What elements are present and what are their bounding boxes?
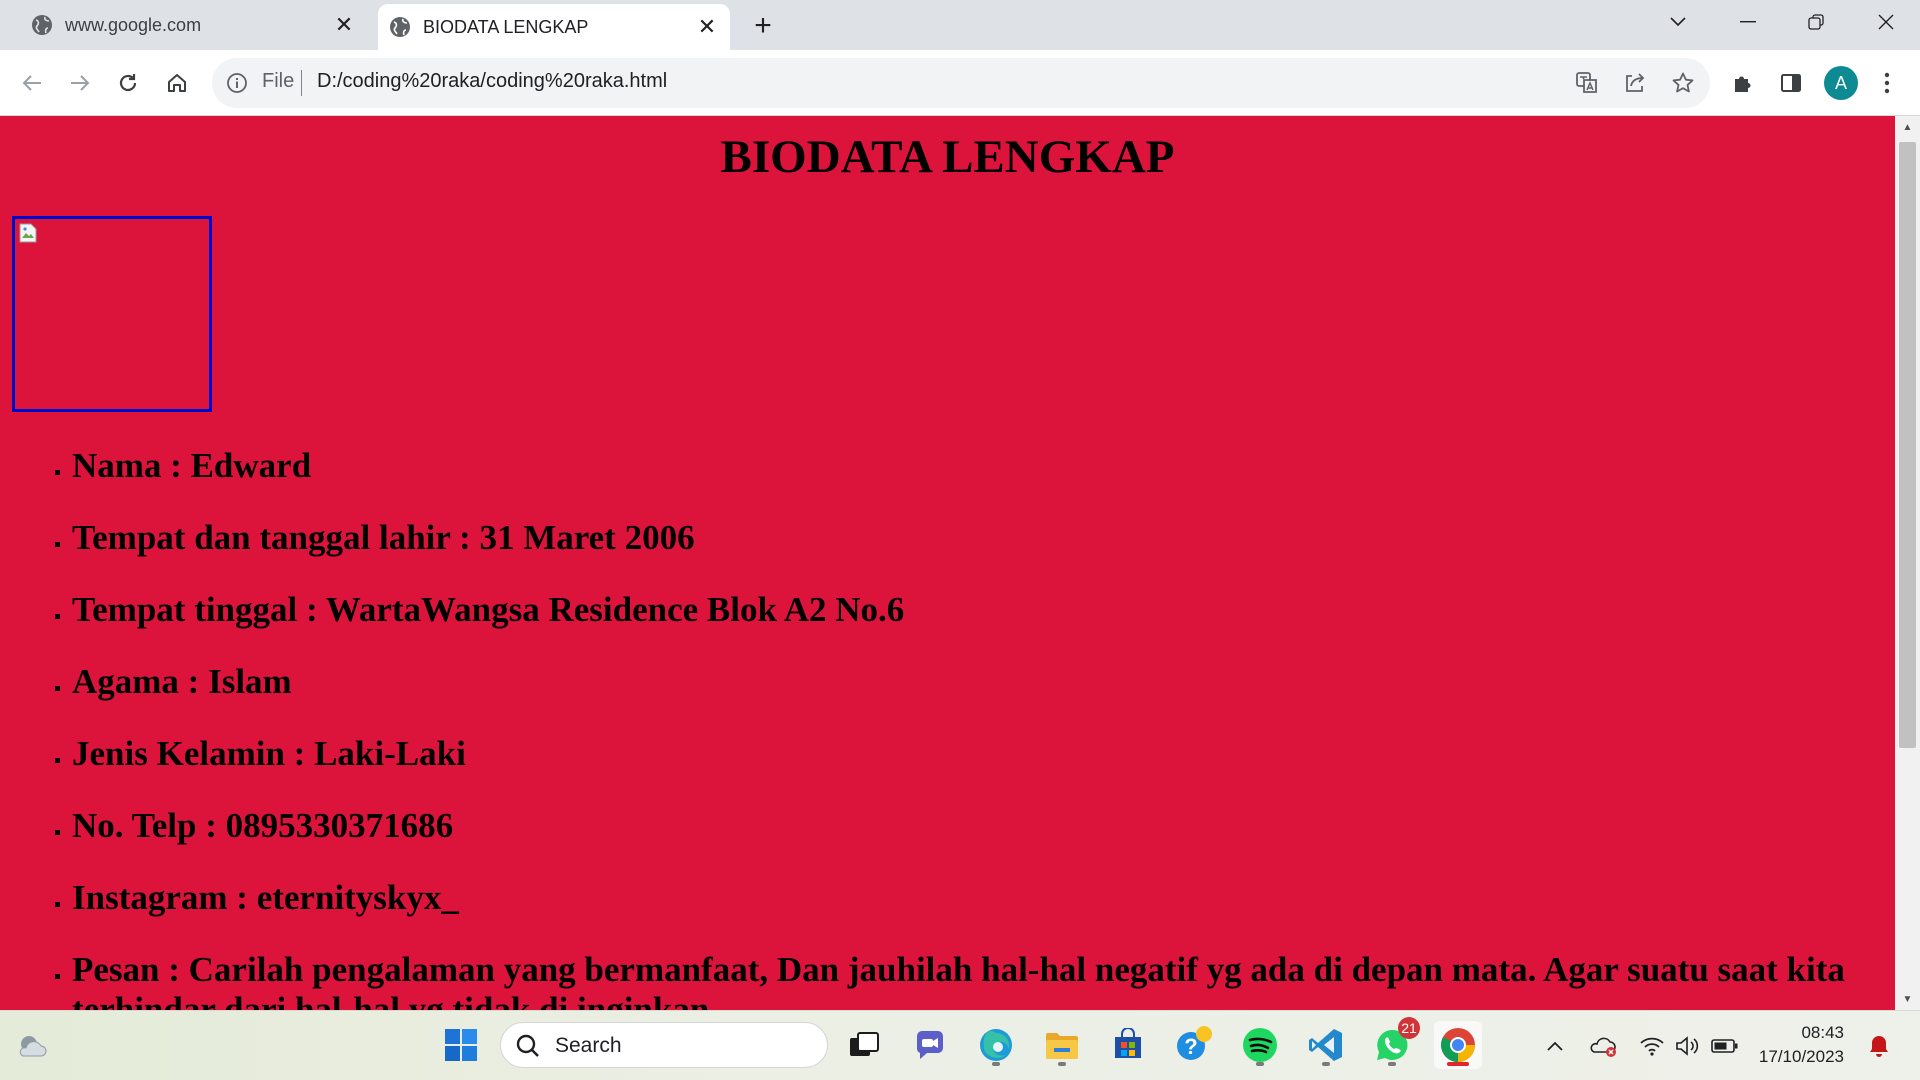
svg-text:?: ? bbox=[1184, 1034, 1197, 1059]
battery-icon[interactable] bbox=[1710, 1031, 1740, 1061]
active-app-indicator bbox=[1447, 1062, 1469, 1066]
biodata-list: Nama : Edward Tempat dan tanggal lahir :… bbox=[0, 446, 1872, 1010]
broken-image-icon bbox=[19, 223, 37, 243]
list-item: Tempat tinggal : WartaWangsa Residence B… bbox=[72, 590, 1872, 630]
get-help-icon[interactable]: ? bbox=[1170, 1021, 1218, 1069]
notification-badge: 21 bbox=[1398, 1017, 1420, 1039]
list-item: Tempat dan tanggal lahir : 31 Maret 2006 bbox=[72, 518, 1872, 558]
clock-date: 17/10/2023 bbox=[1758, 1047, 1844, 1066]
running-indicator bbox=[1256, 1062, 1264, 1066]
edge-browser-icon[interactable] bbox=[972, 1021, 1020, 1069]
teams-chat-icon[interactable] bbox=[906, 1021, 954, 1069]
minimize-button[interactable] bbox=[1718, 0, 1778, 44]
tab-google[interactable]: www.google.com ✕ bbox=[0, 0, 367, 50]
running-indicator bbox=[1322, 1062, 1330, 1066]
list-item: Jenis Kelamin : Laki-Laki bbox=[72, 734, 1872, 774]
list-item: Agama : Islam bbox=[72, 662, 1872, 702]
list-item: Instagram : eternityskyx_ bbox=[72, 878, 1872, 918]
side-panel-icon[interactable] bbox=[1771, 63, 1811, 103]
running-indicator bbox=[992, 1062, 1000, 1066]
tab-strip: www.google.com ✕ BIODATA LENGKAP ✕ + bbox=[0, 0, 1920, 50]
info-icon[interactable] bbox=[224, 70, 250, 96]
tab-biodata[interactable]: BIODATA LENGKAP ✕ bbox=[378, 4, 730, 50]
chrome-icon[interactable] bbox=[1434, 1021, 1482, 1069]
tab-title: www.google.com bbox=[65, 14, 202, 35]
new-tab-button[interactable]: + bbox=[748, 9, 778, 42]
wifi-icon[interactable] bbox=[1637, 1031, 1667, 1061]
search-label: Search bbox=[555, 1034, 622, 1057]
task-view-icon[interactable] bbox=[840, 1021, 888, 1069]
back-button[interactable] bbox=[12, 63, 52, 103]
whatsapp-icon[interactable]: 21 bbox=[1368, 1017, 1420, 1069]
scroll-up-arrow-icon[interactable]: ▲ bbox=[1895, 116, 1920, 138]
close-tab-icon[interactable]: ✕ bbox=[694, 14, 720, 40]
spotify-icon[interactable] bbox=[1236, 1021, 1284, 1069]
scroll-down-arrow-icon[interactable]: ▼ bbox=[1895, 988, 1920, 1010]
url-text[interactable]: D:/coding%20raka/coding%20raka.html bbox=[317, 70, 667, 93]
home-button[interactable] bbox=[157, 63, 197, 103]
menu-kebab-icon[interactable] bbox=[1867, 63, 1907, 103]
show-hidden-icons-chevron-icon[interactable] bbox=[1540, 1031, 1570, 1061]
forward-button[interactable] bbox=[60, 63, 100, 103]
globe-icon bbox=[389, 16, 411, 38]
address-bar[interactable]: File D:/coding%20raka/coding%20raka.html bbox=[212, 58, 1710, 108]
page-heading: BIODATA LENGKAP bbox=[720, 131, 1175, 183]
browser-toolbar: File D:/coding%20raka/coding%20raka.html… bbox=[0, 50, 1920, 116]
taskbar-search[interactable]: Search bbox=[500, 1022, 828, 1068]
translate-icon[interactable] bbox=[1572, 68, 1602, 98]
vscode-icon[interactable] bbox=[1302, 1021, 1350, 1069]
file-explorer-icon[interactable] bbox=[1038, 1021, 1086, 1069]
close-tab-icon[interactable]: ✕ bbox=[331, 12, 357, 38]
scrollbar-thumb[interactable] bbox=[1899, 142, 1916, 748]
clock-time: 08:43 bbox=[1801, 1023, 1844, 1042]
microsoft-store-icon[interactable] bbox=[1104, 1021, 1152, 1069]
windows-taskbar: Search ? 21 08:43 17/10/2023 bbox=[0, 1010, 1920, 1080]
reload-button[interactable] bbox=[108, 63, 148, 103]
restore-button[interactable] bbox=[1786, 0, 1846, 44]
page-scrollbar[interactable]: ▲ ▼ bbox=[1895, 116, 1920, 1010]
list-item: Nama : Edward bbox=[72, 446, 1872, 486]
running-indicator bbox=[1388, 1062, 1396, 1066]
page-content: BIODATA LENGKAP Nama : Edward Tempat dan… bbox=[0, 116, 1895, 1010]
share-icon[interactable] bbox=[1620, 68, 1650, 98]
tab-search-chevron-icon[interactable] bbox=[1648, 0, 1708, 44]
close-window-button[interactable] bbox=[1856, 0, 1916, 44]
profile-avatar[interactable]: A bbox=[1824, 66, 1858, 100]
running-indicator bbox=[1058, 1062, 1066, 1066]
list-item: No. Telp : 0895330371686 bbox=[72, 806, 1872, 846]
notification-bell-icon[interactable] bbox=[1864, 1031, 1894, 1061]
weather-widget-icon[interactable] bbox=[8, 1021, 56, 1069]
bookmark-star-icon[interactable] bbox=[1668, 68, 1698, 98]
list-item: Pesan : Carilah pengalaman yang bermanfa… bbox=[72, 950, 1872, 1010]
system-clock[interactable]: 08:43 17/10/2023 bbox=[1752, 1021, 1844, 1069]
volume-icon[interactable] bbox=[1673, 1031, 1703, 1061]
search-icon bbox=[515, 1033, 541, 1059]
onedrive-error-icon[interactable] bbox=[1588, 1031, 1618, 1061]
tab-title: BIODATA LENGKAP bbox=[423, 16, 589, 37]
globe-icon bbox=[31, 14, 53, 36]
windows-start-icon[interactable] bbox=[437, 1021, 485, 1069]
broken-profile-image bbox=[12, 216, 212, 412]
url-scheme: File bbox=[262, 70, 295, 92]
url-separator bbox=[301, 70, 302, 96]
extensions-puzzle-icon[interactable] bbox=[1723, 63, 1763, 103]
